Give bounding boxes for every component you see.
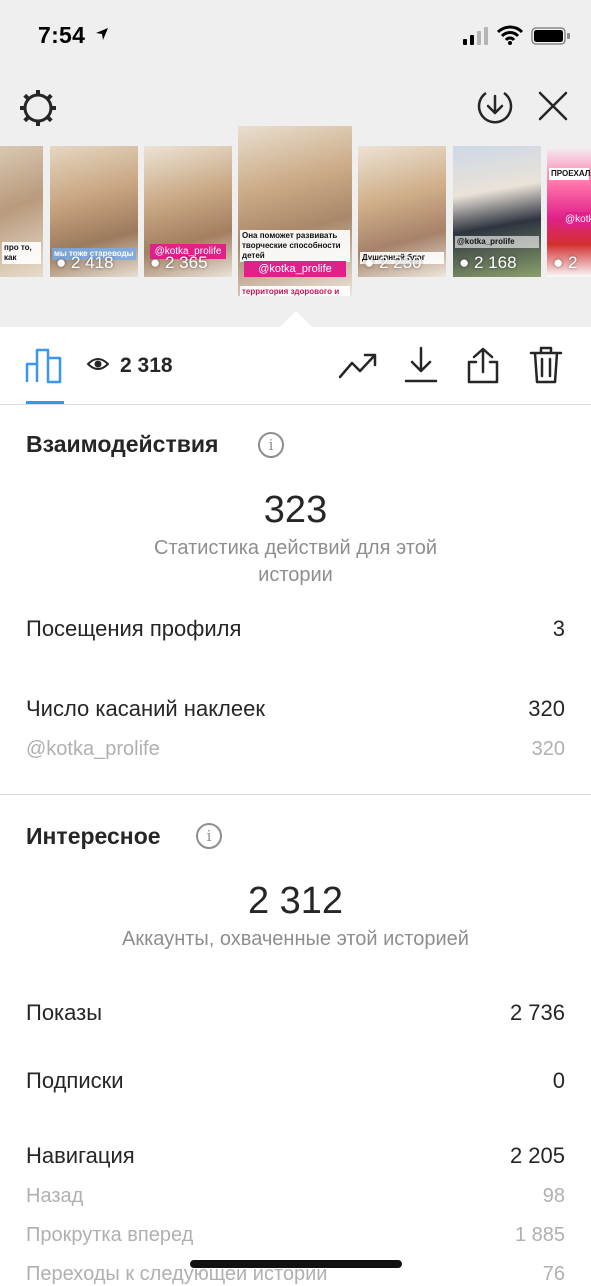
stat-value: 2 736 <box>509 1000 565 1025</box>
selected-story-pointer <box>279 311 313 328</box>
story-thumbnail[interactable]: Душевный блог ● 2 230 <box>358 146 446 277</box>
section-divider <box>0 794 591 795</box>
story-thumbnail[interactable]: @kotka_prolife ● 2 365 <box>144 146 232 277</box>
stat-row: Посещения профиля 3 <box>26 616 565 642</box>
story-thumbnail[interactable]: мы тоже стареводы ● 2 418 <box>50 146 138 277</box>
story-thumbnail-selected[interactable]: Она поможет развивать творческие способн… <box>238 126 352 296</box>
interactions-caption: Статистика действий для этой истории <box>154 537 437 586</box>
stat-label: Подписки <box>26 1068 124 1093</box>
stat-value: 2 205 <box>509 1143 565 1168</box>
stat-label: Посещения профиля <box>26 616 242 641</box>
discovery-title: Интересное <box>26 823 161 849</box>
bar-chart-icon[interactable] <box>24 344 64 384</box>
stat-sub-value: 76 <box>542 1263 565 1285</box>
share-icon[interactable] <box>465 345 501 385</box>
stat-row: Показы 2 736 <box>26 1000 565 1026</box>
insights-toolbar: 2 318 <box>0 327 591 405</box>
active-tab-indicator <box>26 401 64 404</box>
story-thumbnail[interactable]: @kotka_prolife ● 2 168 <box>453 146 541 277</box>
stat-label: Навигация <box>26 1143 135 1168</box>
discovery-caption: Аккаунты, охваченные этой историей <box>122 928 469 950</box>
interactions-total: 323 <box>263 489 328 531</box>
stat-sub-row: Назад 98 <box>26 1185 565 1208</box>
stat-value: 320 <box>528 696 565 721</box>
download-icon[interactable] <box>403 345 439 385</box>
story-view-count-total: 2 318 <box>120 354 173 377</box>
stat-label: Показы <box>26 1000 103 1025</box>
story-thumbnail[interactable]: ПРОЕХАЛА @kotka ● 2 <box>547 146 591 277</box>
stat-value: 0 <box>552 1068 565 1093</box>
stat-value: 3 <box>552 616 565 641</box>
stat-sub-row: Прокрутка вперед 1 885 <box>26 1224 565 1247</box>
trending-arrow-icon[interactable] <box>338 349 378 383</box>
stat-sub-label: Назад <box>26 1185 84 1207</box>
stat-sub-label: Прокрутка вперед <box>26 1224 194 1246</box>
story-view-count: ● 2 418 <box>56 253 114 272</box>
stat-sub-value: 1 885 <box>514 1224 565 1246</box>
stat-row: Навигация 2 205 <box>26 1143 565 1169</box>
story-view-count: ● 2 168 <box>459 253 517 272</box>
stat-label: Число касаний наклеек <box>26 696 265 721</box>
stat-sub-label: @kotka_prolife <box>26 738 160 760</box>
story-view-count: ● 2 365 <box>150 253 208 272</box>
interactions-title: Взаимодействия <box>26 431 219 457</box>
stat-sub-value: 320 <box>531 738 565 760</box>
story-thumbnail[interactable]: про то, как <box>0 146 43 277</box>
home-indicator <box>190 1260 402 1268</box>
stat-row: Подписки 0 <box>26 1068 565 1094</box>
trash-icon[interactable] <box>528 345 564 385</box>
info-icon[interactable]: i <box>258 432 284 458</box>
stat-sub-value: 98 <box>542 1185 565 1207</box>
story-thumbnail-strip: про то, как мы тоже стареводы ● 2 418 @k… <box>0 0 591 328</box>
discovery-total: 2 312 <box>247 880 344 922</box>
eye-icon <box>87 358 109 370</box>
stat-row: Число касаний наклеек 320 <box>26 696 565 722</box>
story-view-count: ● 2 <box>553 253 578 272</box>
story-view-count: ● 2 230 <box>364 253 422 272</box>
stat-sub-row: @kotka_prolife 320 <box>26 738 565 761</box>
info-icon[interactable]: i <box>196 823 222 849</box>
